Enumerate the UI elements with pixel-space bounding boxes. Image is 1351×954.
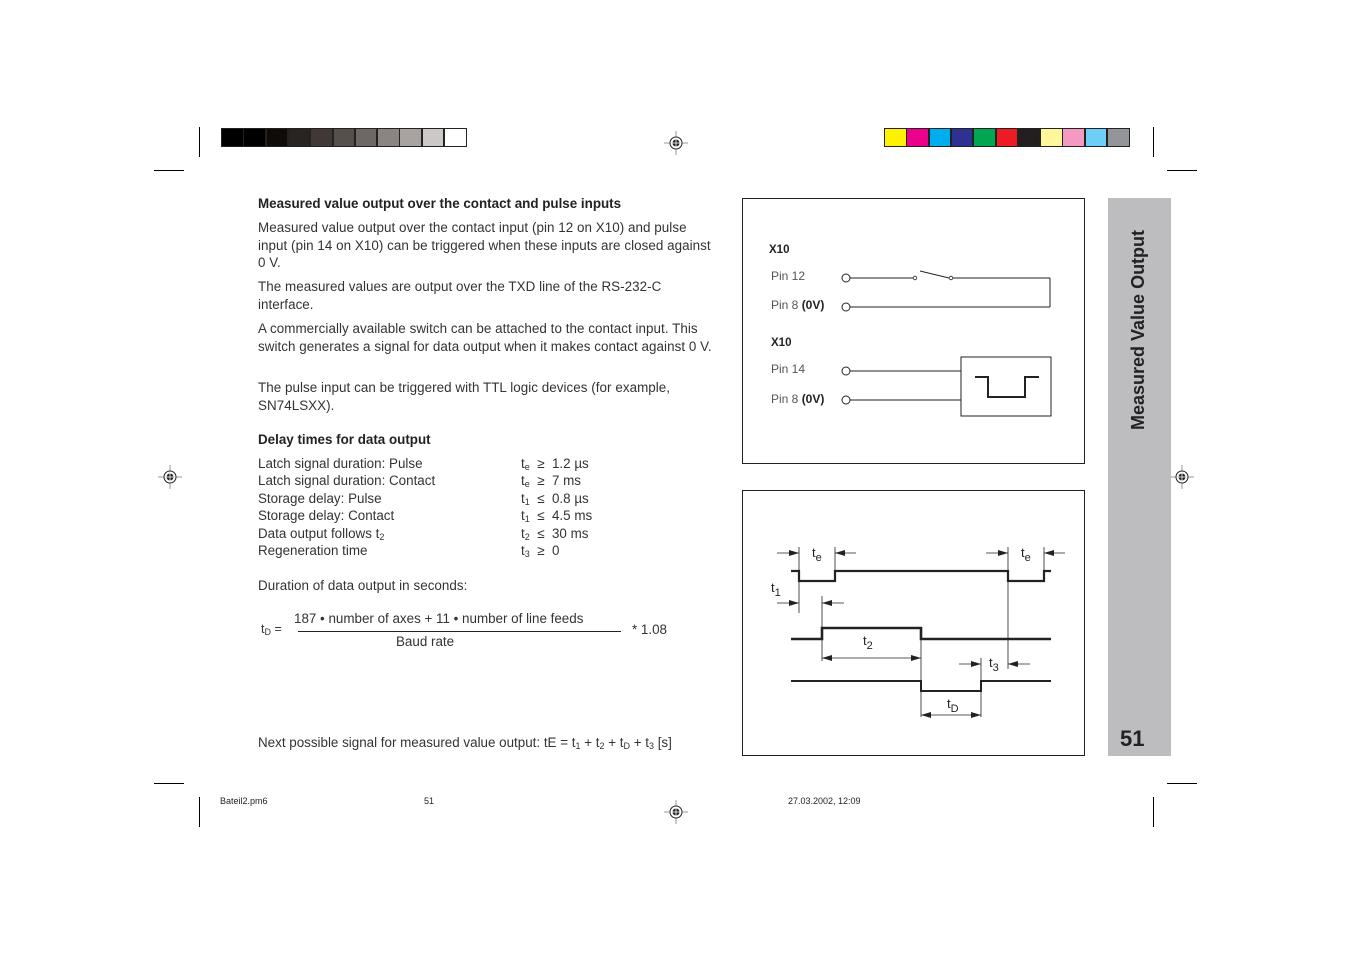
terminal-pin-8 bbox=[841, 395, 851, 405]
crop-mark bbox=[1153, 127, 1154, 157]
paragraph: A commercially available switch can be a… bbox=[258, 321, 712, 354]
color-swatch bbox=[1017, 128, 1041, 147]
crop-mark bbox=[1153, 797, 1154, 827]
crop-mark bbox=[199, 797, 200, 827]
duration-label: Duration of data output in seconds: bbox=[258, 578, 468, 593]
delay-value: t1 ≤ 0.8 µs bbox=[521, 490, 589, 507]
gray-swatch bbox=[243, 128, 266, 147]
delay-label: Data output follows t2 bbox=[258, 525, 385, 542]
terminal-pin-14 bbox=[841, 366, 851, 376]
terminal-pin-8 bbox=[841, 302, 851, 312]
crop-mark bbox=[1167, 783, 1197, 784]
wiring-schematic bbox=[841, 270, 1052, 417]
timing-waveforms: te te t1 t2 t3 tD bbox=[771, 545, 1065, 718]
delay-value: t2 ≤ 30 ms bbox=[521, 525, 589, 542]
gray-swatch bbox=[310, 128, 333, 147]
gray-swatch bbox=[354, 128, 378, 147]
footer-page: 51 bbox=[424, 796, 435, 806]
contact-switch-circuit bbox=[841, 270, 1051, 312]
color-swatch bbox=[928, 128, 952, 147]
page-number: 51 bbox=[1120, 726, 1145, 751]
wiring-diagram: X10 Pin 12 Pin 8 (0V) X10 Pin 14 Pin 8 (… bbox=[742, 198, 1085, 464]
te-label-right: te bbox=[1021, 545, 1031, 564]
color-swatch bbox=[1040, 128, 1063, 147]
pulse-generator-box bbox=[960, 356, 1052, 417]
te-label-left: te bbox=[812, 545, 822, 564]
registration-mark-icon bbox=[158, 465, 182, 489]
delay-label: Storage delay: Pulse bbox=[258, 490, 382, 506]
delay-value: te ≥ 7 ms bbox=[521, 473, 581, 490]
delay-label: Latch signal duration: Contact bbox=[258, 473, 436, 489]
chapter-title-text: Measured Value Output bbox=[1127, 229, 1148, 430]
color-swatch bbox=[1084, 128, 1108, 147]
crop-mark bbox=[154, 783, 184, 784]
formula-factor: * 1.08 bbox=[632, 622, 667, 637]
section-heading: Measured value output over the contact a… bbox=[258, 196, 622, 211]
color-swatch bbox=[950, 128, 974, 147]
delay-heading: Delay times for data output bbox=[258, 432, 431, 447]
color-swatch bbox=[1107, 128, 1130, 147]
footer-filename: Bateil2.pm6 bbox=[220, 796, 268, 806]
t2-label: t2 bbox=[863, 633, 873, 652]
gray-swatch bbox=[221, 128, 244, 147]
t3-label: t3 bbox=[989, 655, 999, 674]
next-signal-formula: Next possible signal for measured value … bbox=[258, 735, 672, 751]
gray-swatch bbox=[444, 128, 467, 147]
delay-value: t1 ≤ 4.5 ms bbox=[521, 508, 593, 525]
crop-mark bbox=[199, 127, 200, 157]
color-swatch bbox=[973, 128, 996, 147]
gray-swatch bbox=[265, 128, 289, 147]
delay-row: Storage delay: Contact t1 ≤ 4.5 ms bbox=[258, 508, 718, 526]
paragraph: Measured value output over the contact i… bbox=[258, 220, 711, 271]
delay-label: Storage delay: Contact bbox=[258, 508, 395, 524]
color-swatch bbox=[995, 128, 1018, 147]
registration-mark-icon bbox=[1170, 465, 1194, 489]
gray-swatch bbox=[377, 128, 400, 147]
t1-label: t1 bbox=[771, 580, 781, 599]
formula-denominator: Baud rate bbox=[396, 634, 455, 649]
chapter-title: Measured Value Output bbox=[1108, 198, 1171, 448]
paragraph: The measured values are output over the … bbox=[258, 279, 662, 312]
switch-contact bbox=[948, 275, 954, 281]
gray-swatch bbox=[399, 128, 422, 147]
delay-row: Storage delay: Pulse t1 ≤ 0.8 µs bbox=[258, 491, 718, 509]
latch-signal-waveform bbox=[791, 569, 1051, 583]
registration-mark-icon bbox=[664, 131, 688, 155]
registration-mark-icon bbox=[664, 800, 688, 824]
formula-numerator: 187 • number of axes + 11 • number of li… bbox=[294, 611, 584, 626]
paragraph: The pulse input can be triggered with TT… bbox=[258, 380, 671, 413]
color-swatch bbox=[1062, 128, 1085, 147]
delay-row: Regeneration time t3 ≥ 0 bbox=[258, 543, 718, 561]
gray-swatch bbox=[287, 128, 311, 147]
delay-label: Latch signal duration: Pulse bbox=[258, 456, 423, 471]
formula-lhs: tD = bbox=[261, 622, 282, 637]
pulse-source-circuit bbox=[841, 356, 1052, 417]
delay-value: t3 ≥ 0 bbox=[521, 543, 560, 559]
crop-mark bbox=[1167, 170, 1197, 171]
gray-swatch bbox=[421, 128, 445, 147]
tD-label: tD bbox=[947, 696, 959, 715]
footer-datetime: 27.03.2002, 12:09 bbox=[788, 796, 861, 806]
delay-label: Regeneration time bbox=[258, 543, 368, 558]
delay-row: Data output follows t2 t2 ≤ 30 ms bbox=[258, 526, 718, 544]
timing-diagram: te te t1 t2 t3 tD bbox=[742, 490, 1085, 756]
switch-contact bbox=[912, 275, 918, 281]
switch-lever bbox=[919, 270, 950, 279]
color-swatch bbox=[906, 128, 929, 147]
delay-value: te ≥ 1.2 µs bbox=[521, 456, 589, 472]
color-swatch bbox=[884, 128, 907, 147]
delay-row: Latch signal duration: Contact te ≥ 7 ms bbox=[258, 473, 718, 491]
crop-mark bbox=[154, 170, 184, 171]
terminal-pin-12 bbox=[841, 273, 851, 283]
delay-row: Latch signal duration: Pulse te ≥ 1.2 µs bbox=[258, 456, 718, 474]
gray-swatch bbox=[332, 128, 355, 147]
fraction-bar bbox=[298, 631, 621, 632]
